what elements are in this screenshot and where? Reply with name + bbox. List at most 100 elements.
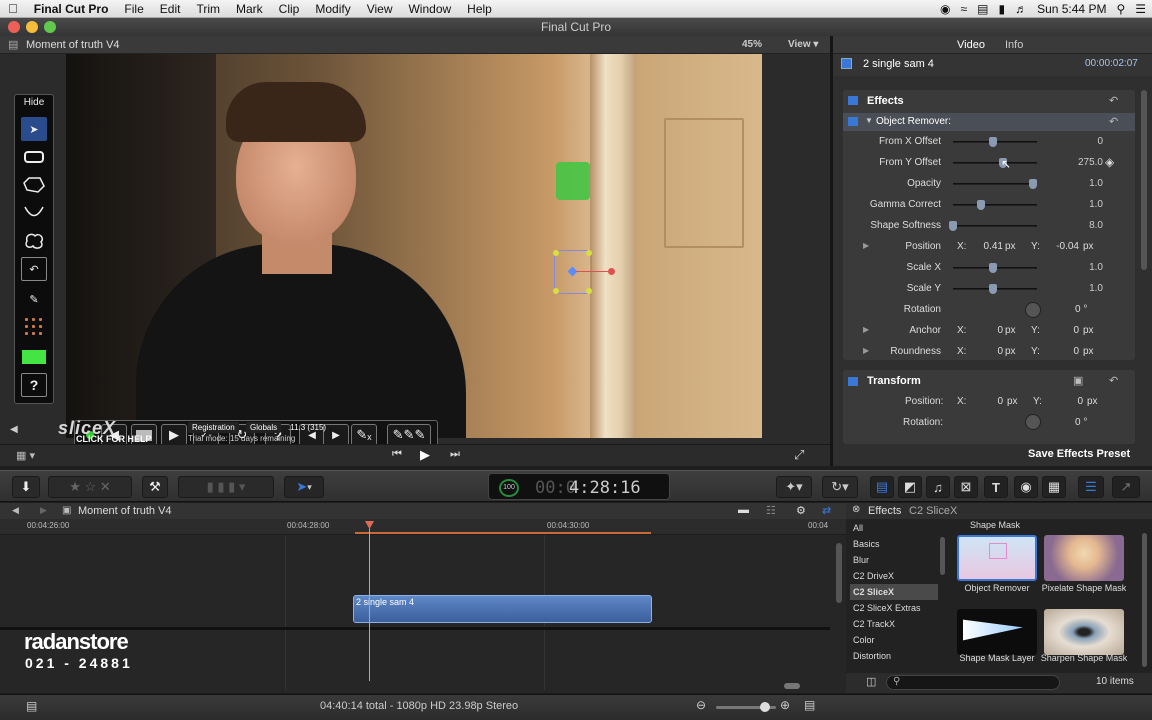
timeline-h-scrollbar[interactable]: [784, 683, 800, 689]
shape-mask-rotation-handle[interactable]: [608, 268, 615, 275]
notification-center-icon[interactable]: ☰: [1135, 2, 1146, 16]
menu-trim[interactable]: Trim: [188, 2, 228, 16]
transform-position-x[interactable]: 0: [989, 396, 1003, 407]
xy-value[interactable]: 0: [1055, 346, 1079, 357]
param-value[interactable]: 1.0: [1053, 283, 1103, 294]
param-slider[interactable]: [953, 158, 1037, 168]
transform-enable-checkbox[interactable]: [848, 377, 858, 386]
menu-modify[interactable]: Modify: [307, 2, 358, 16]
effects-reset-icon[interactable]: ↶: [1109, 94, 1118, 107]
zoom-in-icon[interactable]: ⊕: [780, 698, 790, 712]
param-slider-knob[interactable]: [1029, 179, 1037, 189]
shape-mask-point[interactable]: [553, 250, 559, 256]
param-value[interactable]: 275.0: [1053, 157, 1103, 168]
disclosure-triangle-icon[interactable]: ▶: [863, 346, 869, 355]
tool-help-icon[interactable]: ?: [21, 373, 47, 397]
record-status-icon[interactable]: ◉: [940, 2, 950, 16]
menu-clip[interactable]: Clip: [271, 2, 308, 16]
browser-search-input[interactable]: ⚲: [886, 675, 1060, 690]
transform-rotation-value[interactable]: 0 °: [1075, 417, 1087, 428]
category-item[interactable]: Basics: [850, 536, 938, 552]
zoom-slider[interactable]: [716, 702, 776, 712]
inspector-toggle-icon[interactable]: ☰: [1078, 476, 1104, 498]
undo-tool-icon[interactable]: ↶: [21, 257, 47, 281]
delete-keyframe-icon[interactable]: ✎ₓ: [351, 424, 377, 446]
color-swatch[interactable]: [21, 345, 47, 369]
titles-browser-icon[interactable]: T: [984, 476, 1008, 498]
object-remover-enable-checkbox[interactable]: [848, 117, 858, 126]
save-effects-preset-button[interactable]: Save Effects Preset: [1028, 448, 1130, 460]
themes-browser-icon[interactable]: ▦: [1042, 476, 1066, 498]
param-slider[interactable]: [953, 284, 1037, 294]
effect-reset-icon[interactable]: ↶: [1109, 115, 1118, 128]
transform-rotation-dial[interactable]: [1025, 414, 1041, 430]
retime-menu-icon[interactable]: ↻▾: [822, 476, 858, 498]
menu-file[interactable]: File: [116, 2, 151, 16]
shape-mask-point[interactable]: [553, 288, 559, 294]
playhead[interactable]: [369, 521, 370, 681]
shape-mask-point[interactable]: [586, 250, 592, 256]
disclosure-triangle-icon[interactable]: ▶: [863, 241, 869, 250]
battery-icon[interactable]: ▮: [998, 2, 1005, 16]
browser-close-icon[interactable]: ⊗: [852, 504, 860, 515]
app-menu[interactable]: Final Cut Pro: [26, 2, 117, 16]
param-slider[interactable]: [953, 200, 1037, 210]
effect-thumb-object-remover[interactable]: [957, 535, 1037, 581]
sidebar-toggle-icon[interactable]: ◫: [866, 675, 876, 688]
viewer-menu-icon[interactable]: ▤: [8, 38, 18, 51]
tab-video[interactable]: Video: [957, 39, 985, 51]
close-window-button[interactable]: [8, 21, 20, 33]
freeform-tool-icon[interactable]: [21, 229, 47, 253]
category-item[interactable]: C2 SliceX: [850, 584, 938, 600]
xy-value[interactable]: 0: [979, 346, 1003, 357]
generators-browser-icon[interactable]: ◉: [1014, 476, 1038, 498]
param-slider-knob[interactable]: [989, 263, 997, 273]
volume-icon[interactable]: ♬: [1015, 2, 1027, 16]
xy-value[interactable]: 0: [1055, 325, 1079, 336]
disclosure-triangle-icon[interactable]: ▼: [865, 116, 873, 125]
spotlight-search-icon[interactable]: ⚲: [1116, 2, 1125, 16]
menubar-clock[interactable]: Sun 5:44 PM: [1037, 2, 1106, 16]
edit-buttons[interactable]: ▮ ▮ ▮ ▾: [178, 476, 274, 498]
next-keyframe-button[interactable]: ▶: [323, 424, 349, 446]
play-button[interactable]: ▶: [420, 447, 430, 463]
hide-button[interactable]: Hide: [15, 97, 53, 108]
shape-mask-point[interactable]: [586, 288, 592, 294]
import-button[interactable]: ⬇: [12, 476, 40, 498]
viewer-zoom[interactable]: 45%: [742, 39, 762, 50]
enhancement-menu-icon[interactable]: ✦▾: [776, 476, 812, 498]
timecode-display[interactable]: 100 00:0 4:28:16: [488, 473, 670, 500]
keyword-buttons[interactable]: ★ ☆ ✕: [48, 476, 132, 498]
effect-thumb-pixelate-shape-mask[interactable]: [1044, 535, 1124, 581]
transform-onscreen-icon[interactable]: ▣: [1073, 374, 1083, 387]
category-item[interactable]: Color: [850, 632, 938, 648]
disclosure-triangle-icon[interactable]: ▶: [863, 325, 869, 334]
transform-position-y[interactable]: 0: [1069, 396, 1083, 407]
photos-browser-icon[interactable]: ◩: [898, 476, 922, 498]
param-slider-knob[interactable]: [989, 137, 997, 147]
param-value[interactable]: 1.0: [1053, 178, 1103, 189]
timeline-scrollbar[interactable]: [836, 543, 842, 603]
category-scrollbar[interactable]: [940, 537, 945, 575]
timeline-back-icon[interactable]: ◀: [12, 505, 19, 516]
keyframe-button-icon[interactable]: ◈: [1105, 155, 1114, 169]
bezier-tool-icon[interactable]: [21, 201, 47, 225]
xy-value[interactable]: -0.04: [1055, 241, 1079, 252]
keyword-editor-icon[interactable]: ⚒: [142, 476, 168, 498]
menu-window[interactable]: Window: [400, 2, 459, 16]
globals-button[interactable]: Globals: [246, 422, 282, 433]
category-item[interactable]: C2 DriveX: [850, 568, 938, 584]
pattern-tool-icon[interactable]: [21, 315, 47, 339]
param-value[interactable]: 1.0: [1053, 199, 1103, 210]
step-forward-button[interactable]: ▶: [161, 424, 187, 446]
registration-button[interactable]: Registration: [188, 422, 239, 433]
transitions-browser-icon[interactable]: ⊠: [954, 476, 978, 498]
snapping-icon[interactable]: ☷: [766, 504, 776, 517]
xy-value[interactable]: 0.41: [979, 241, 1003, 252]
clip-appearance-toggle-icon[interactable]: ▤: [804, 698, 815, 712]
fullscreen-icon[interactable]: ⤢: [794, 447, 804, 463]
category-item[interactable]: All: [850, 520, 938, 536]
param-value[interactable]: 0: [1053, 136, 1103, 147]
timeline-forward-icon[interactable]: ▶: [40, 505, 47, 516]
xy-value[interactable]: 0: [979, 325, 1003, 336]
